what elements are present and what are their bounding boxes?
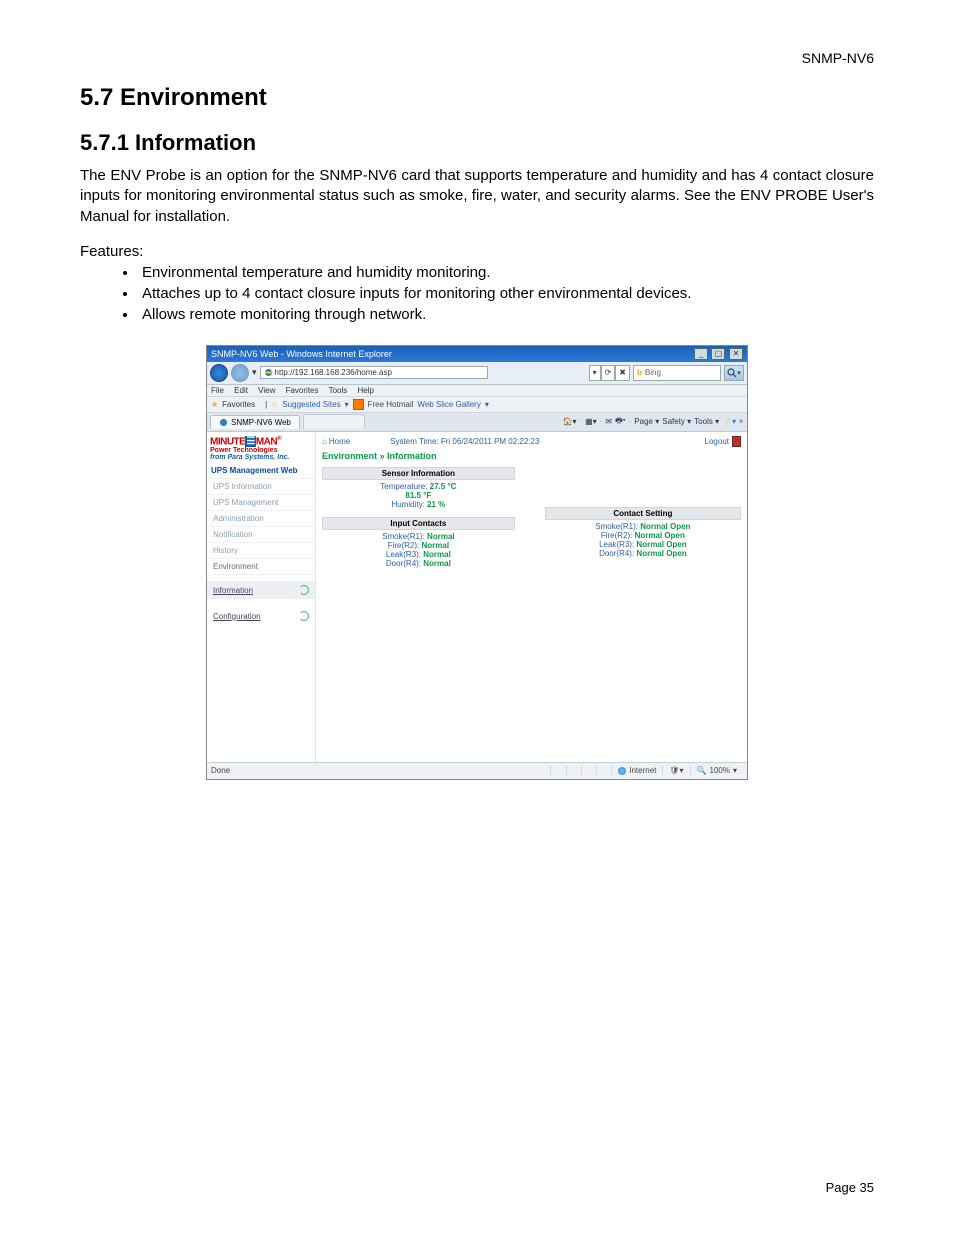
- url-text: http://192.168.168.236/home.asp: [275, 368, 392, 377]
- menu-edit[interactable]: Edit: [234, 386, 248, 395]
- new-tab-button[interactable]: [303, 414, 365, 429]
- status-cell: [566, 766, 581, 775]
- address-bar[interactable]: http://192.168.168.236/home.asp: [260, 366, 488, 379]
- brand-logo: MINUTE☰MAN® Power Technologies from Para…: [207, 432, 315, 463]
- sidebar-item-notification[interactable]: Notification: [207, 527, 315, 543]
- fav-gallery[interactable]: Web Slice Gallery: [417, 400, 480, 409]
- command-bar[interactable]: 🏠▾· ▦▾· ✉ 🖶▾· Page ▾ Safety ▾ Tools ▾ ❔▾…: [563, 415, 748, 429]
- sidebar-item-environment[interactable]: Environment: [207, 559, 315, 575]
- status-done: Done: [211, 766, 230, 775]
- intro-paragraph: The ENV Probe is an option for the SNMP-…: [80, 166, 874, 227]
- embedded-screenshot: SNMP-NV6 Web - Windows Internet Explorer…: [206, 345, 748, 780]
- menu-tools[interactable]: Tools: [329, 386, 348, 395]
- window-controls[interactable]: _ ▢ ✕: [693, 348, 743, 360]
- sensor-info-header: Sensor Information: [322, 467, 515, 480]
- search-icon: [727, 368, 737, 378]
- globe-icon: [618, 767, 626, 775]
- close-button[interactable]: ✕: [729, 348, 743, 360]
- home-icon[interactable]: 🏠▾: [563, 417, 577, 426]
- status-zone: Internet: [611, 766, 662, 775]
- tab-icon: [219, 418, 228, 427]
- sidebar-item-ups-management[interactable]: UPS Management: [207, 495, 315, 511]
- menu-bar[interactable]: File Edit View Favorites Tools Help: [207, 385, 747, 397]
- help-icon[interactable]: ❔▾: [722, 417, 736, 426]
- breadcrumb: Environment » Information: [322, 447, 741, 467]
- tab-title: SNMP-NV6 Web: [231, 418, 291, 427]
- bing-icon: b: [637, 368, 642, 377]
- favorites-star-icon[interactable]: ★: [211, 400, 218, 409]
- forward-button[interactable]: [231, 364, 249, 382]
- sidebar-heading: UPS Management Web: [207, 463, 315, 479]
- addr-combo[interactable]: ▾⟳✖: [589, 365, 630, 381]
- web-app: MINUTE☰MAN® Power Technologies from Para…: [207, 432, 747, 762]
- dropdown-icon[interactable]: ▾: [252, 367, 257, 378]
- input-contacts-body: Smoke(R1): Normal Fire(R2): Normal Leak(…: [322, 530, 515, 570]
- star-icon: ☆: [271, 400, 278, 409]
- fav-hotmail[interactable]: Free Hotmail: [368, 400, 414, 409]
- sidebar-item-administration[interactable]: Administration: [207, 511, 315, 527]
- features-list: Environmental temperature and humidity m…: [80, 262, 874, 325]
- fav-suggested[interactable]: Suggested Sites: [282, 400, 340, 409]
- feeds-icon[interactable]: ▦▾: [585, 417, 597, 426]
- favorites-label[interactable]: Favorites: [222, 400, 255, 409]
- address-bar-row: ▾ http://192.168.168.236/home.asp ▾⟳✖ b …: [207, 362, 747, 385]
- refresh-icon[interactable]: [299, 611, 309, 621]
- feature-item: Attaches up to 4 contact closure inputs …: [138, 283, 874, 304]
- search-button[interactable]: ▾: [724, 365, 744, 381]
- feature-item: Environmental temperature and humidity m…: [138, 262, 874, 283]
- logout-icon: [732, 436, 741, 447]
- minimize-button[interactable]: _: [694, 348, 708, 360]
- home-link[interactable]: ⌂ Home: [322, 437, 350, 446]
- cmd-tools[interactable]: Tools ▾: [694, 417, 719, 426]
- refresh-icon[interactable]: [299, 585, 309, 595]
- status-cell: [581, 766, 596, 775]
- subitem-configuration[interactable]: Configuration: [207, 607, 315, 625]
- input-contacts-header: Input Contacts: [322, 517, 515, 530]
- contact-setting-header: Contact Setting: [545, 507, 741, 520]
- section-heading: 5.7 Environment: [80, 84, 874, 112]
- print-icon[interactable]: 🖶▾: [615, 415, 626, 429]
- sidebar: MINUTE☰MAN® Power Technologies from Para…: [207, 432, 316, 762]
- content-area: ⌂ Home System Time: Fri 06/24/2011 PM 02…: [316, 432, 747, 762]
- window-titlebar: SNMP-NV6 Web - Windows Internet Explorer…: [207, 346, 747, 362]
- page-number: Page 35: [826, 1180, 874, 1195]
- status-cell: [596, 766, 611, 775]
- doc-header: SNMP-NV6: [80, 50, 874, 66]
- feature-item: Allows remote monitoring through network…: [138, 304, 874, 325]
- menu-file[interactable]: File: [211, 386, 224, 395]
- cmd-safety[interactable]: Safety ▾: [662, 417, 691, 426]
- sidebar-item-history[interactable]: History: [207, 543, 315, 559]
- system-time: System Time: Fri 06/24/2011 PM 02:22:23: [390, 437, 539, 446]
- favorites-bar: ★ Favorites | ☆ Suggested Sites▾ Free Ho…: [207, 397, 747, 413]
- tab-bar: SNMP-NV6 Web 🏠▾· ▦▾· ✉ 🖶▾· Page ▾ Safety…: [207, 413, 747, 432]
- protected-mode: 🛡▾: [662, 766, 689, 775]
- ie-icon: [264, 368, 273, 377]
- sensor-info-body: Temperature: 27.5 °C 81.5 °F Humidity: 2…: [322, 480, 515, 511]
- subitem-information[interactable]: Information: [207, 581, 315, 599]
- contact-setting-body: Smoke(R1): Normal Open Fire(R2): Normal …: [545, 520, 741, 560]
- subsection-heading: 5.7.1 Information: [80, 130, 874, 156]
- features-label: Features:: [80, 243, 874, 260]
- maximize-button[interactable]: ▢: [711, 348, 725, 360]
- back-button[interactable]: [210, 364, 228, 382]
- cmd-page[interactable]: Page ▾: [634, 417, 659, 426]
- status-zoom[interactable]: 🔍100%▾: [690, 766, 743, 775]
- hotmail-icon: [353, 399, 364, 410]
- mail-icon[interactable]: ✉: [605, 417, 612, 426]
- browser-tab[interactable]: SNMP-NV6 Web: [210, 415, 300, 429]
- sidebar-item-ups-information[interactable]: UPS Information: [207, 479, 315, 495]
- home-icon: ⌂: [322, 437, 327, 446]
- search-input[interactable]: b Bing: [633, 365, 721, 381]
- search-provider: Bing: [645, 368, 661, 377]
- status-cell: [550, 766, 565, 775]
- menu-help[interactable]: Help: [358, 386, 374, 395]
- logout-link[interactable]: Logout: [705, 436, 741, 447]
- window-title: SNMP-NV6 Web - Windows Internet Explorer: [211, 349, 392, 359]
- status-bar: Done Internet 🛡▾ 🔍100%▾: [207, 762, 747, 779]
- menu-view[interactable]: View: [258, 386, 275, 395]
- menu-favorites[interactable]: Favorites: [286, 386, 319, 395]
